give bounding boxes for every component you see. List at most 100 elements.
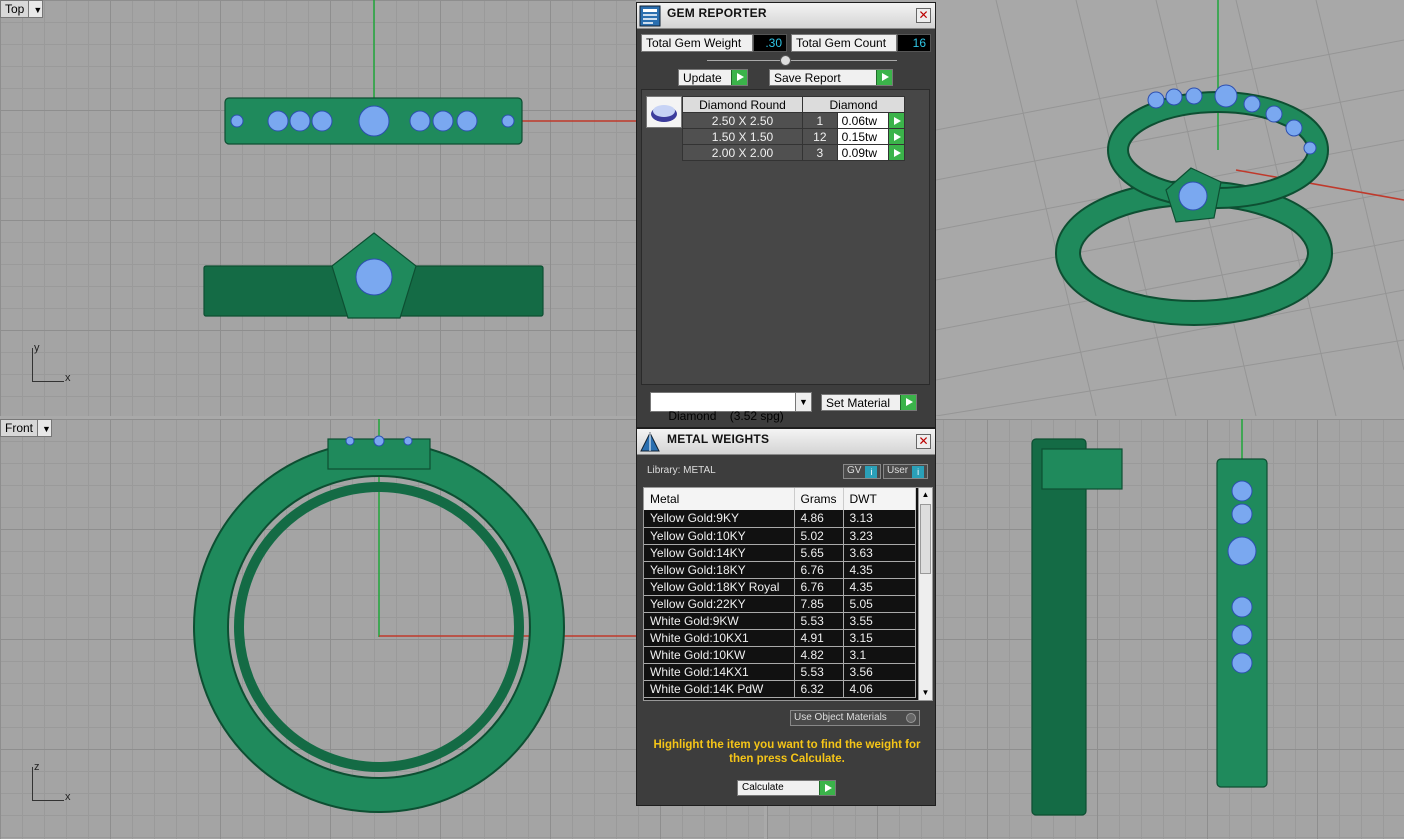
gem-table-header-shape: Diamond Round (682, 96, 803, 113)
close-icon[interactable]: ✕ (916, 8, 931, 23)
material-select-value: Diamond (3.52 spg) (668, 409, 784, 423)
set-material-button[interactable]: Set Material (821, 394, 917, 411)
scrollbar-thumb[interactable] (920, 504, 931, 574)
metal-name: Yellow Gold:18KY (644, 561, 795, 579)
chevron-down-icon[interactable]: ▼ (795, 393, 811, 411)
info-icon: i (865, 466, 878, 478)
perspective-canvas (936, 0, 1404, 416)
calculate-button[interactable]: Calculate (737, 780, 836, 796)
gem-shape-thumbnail[interactable] (646, 96, 682, 128)
total-gem-count-label: Total Gem Count (791, 34, 897, 52)
radio-icon[interactable] (906, 713, 916, 723)
metal-table: Metal Grams DWT Yellow Gold:9KY 4.86 3.13 … (644, 488, 916, 698)
perspective-viewport[interactable] (936, 0, 1404, 416)
top-viewport[interactable]: Top ▼ y x (0, 0, 636, 416)
metal-dwt: 3.23 (843, 527, 916, 545)
table-row[interactable]: Yellow Gold:9KY 4.86 3.13 (644, 510, 916, 528)
metal-name: White Gold:14K PdW (644, 680, 795, 698)
gem-weight: 0.06tw (836, 112, 889, 129)
viewport-label-text: Front (5, 421, 34, 435)
table-row[interactable]: Yellow Gold:18KY 6.76 4.35 (644, 561, 916, 579)
gem-size: 2.50 X 2.50 (682, 112, 803, 129)
metal-name: Yellow Gold:10KY (644, 527, 795, 545)
save-report-button[interactable]: Save Report (769, 69, 893, 86)
gem-row[interactable]: 1.50 X 1.50 12 0.15tw (682, 128, 906, 145)
table-row[interactable]: Yellow Gold:18KY Royal 6.76 4.35 (644, 578, 916, 596)
chevron-up-icon[interactable]: ▲ (919, 488, 932, 502)
table-row[interactable]: White Gold:10KW 4.82 3.1 (644, 646, 916, 664)
metal-name: White Gold:14KX1 (644, 663, 795, 681)
info-icon: i (912, 466, 925, 478)
metal-grams: 5.65 (794, 544, 844, 562)
metal-dwt: 4.35 (843, 561, 916, 579)
axis-indicator: y x (32, 342, 72, 384)
save-report-button-label: Save Report (774, 71, 841, 85)
gem-row[interactable]: 2.50 X 2.50 1 0.06tw (682, 112, 906, 129)
gv-button[interactable]: GV i (843, 464, 882, 479)
chevron-down-icon[interactable]: ▼ (37, 420, 52, 436)
metal-name: White Gold:9KW (644, 612, 795, 630)
select-gem-button[interactable] (887, 112, 906, 129)
metal-dwt: 3.55 (843, 612, 916, 630)
metal-weights-titlebar[interactable]: METAL WEIGHTS ✕ (637, 429, 935, 455)
slider-handle[interactable] (780, 55, 791, 66)
metal-grams: 4.86 (794, 510, 844, 528)
metal-dwt: 5.05 (843, 595, 916, 613)
metal-dwt: 3.56 (843, 663, 916, 681)
metal-column-header[interactable]: Metal (644, 488, 795, 510)
user-label: User (887, 465, 909, 476)
play-icon (900, 395, 916, 410)
metal-name: Yellow Gold:14KY (644, 544, 795, 562)
gem-count: 3 (802, 144, 838, 161)
viewport-label-front[interactable]: Front ▼ (0, 419, 53, 437)
chevron-down-icon[interactable]: ▼ (919, 686, 932, 700)
table-row[interactable]: White Gold:10KX1 4.91 3.15 (644, 629, 916, 647)
gem-row[interactable]: 2.00 X 2.00 3 0.09tw (682, 144, 906, 161)
user-button[interactable]: User i (883, 464, 929, 479)
gem-size: 2.00 X 2.00 (682, 144, 803, 161)
band-profile[interactable] (1031, 438, 1087, 816)
table-row[interactable]: White Gold:14KX1 5.53 3.56 (644, 663, 916, 681)
metal-table-scrollbar[interactable]: ▲ ▼ (918, 488, 932, 700)
slider-track[interactable] (707, 60, 897, 61)
top-view-canvas (203, 0, 636, 319)
axis-y-label: y (34, 342, 40, 354)
use-object-materials-toggle[interactable]: Use Object Materials (790, 710, 920, 726)
axis-z-label: z (34, 761, 40, 773)
library-label: Library: METAL (647, 465, 716, 476)
metal-name: Yellow Gold:18KY Royal (644, 578, 795, 596)
metal-name: White Gold:10KX1 (644, 629, 795, 647)
metal-dwt: 3.13 (843, 510, 916, 528)
total-gem-weight-value: .30 (753, 34, 787, 52)
metal-grams: 5.53 (794, 663, 844, 681)
axis-x-label: x (65, 372, 71, 384)
metal-grams: 7.85 (794, 595, 844, 613)
viewport-label-top[interactable]: Top ▼ (0, 0, 44, 18)
scale-icon (640, 431, 660, 452)
gem-weight: 0.15tw (836, 128, 889, 145)
table-row[interactable]: Yellow Gold:22KY 7.85 5.05 (644, 595, 916, 613)
metal-weights-title: METAL WEIGHTS (667, 432, 770, 446)
grams-column-header[interactable]: Grams (794, 488, 844, 510)
select-gem-button[interactable] (887, 144, 906, 161)
table-row[interactable]: Yellow Gold:10KY 5.02 3.23 (644, 527, 916, 545)
table-row[interactable]: Yellow Gold:14KY 5.65 3.63 (644, 544, 916, 562)
table-row[interactable]: White Gold:9KW 5.53 3.55 (644, 612, 916, 630)
table-row[interactable]: White Gold:14K PdW 6.32 4.06 (644, 680, 916, 698)
viewport-label-text: Top (5, 2, 25, 16)
metal-dwt: 3.1 (843, 646, 916, 664)
update-button[interactable]: Update (678, 69, 748, 86)
gem-reporter-titlebar[interactable]: GEM REPORTER ✕ (637, 3, 935, 29)
metal-table-container[interactable]: Metal Grams DWT Yellow Gold:9KY 4.86 3.13 … (643, 487, 933, 701)
dwt-column-header[interactable]: DWT (843, 488, 916, 510)
close-icon[interactable]: ✕ (916, 434, 931, 449)
metal-grams: 6.76 (794, 578, 844, 596)
material-select[interactable]: Diamond (3.52 spg) ▼ (650, 392, 812, 423)
select-gem-button[interactable] (887, 128, 906, 145)
update-button-label: Update (683, 71, 722, 85)
chevron-down-icon[interactable]: ▼ (28, 1, 43, 17)
metal-grams: 5.02 (794, 527, 844, 545)
axis-x-label: x (65, 791, 71, 803)
gem-weight: 0.09tw (836, 144, 889, 161)
metal-name: White Gold:10KW (644, 646, 795, 664)
